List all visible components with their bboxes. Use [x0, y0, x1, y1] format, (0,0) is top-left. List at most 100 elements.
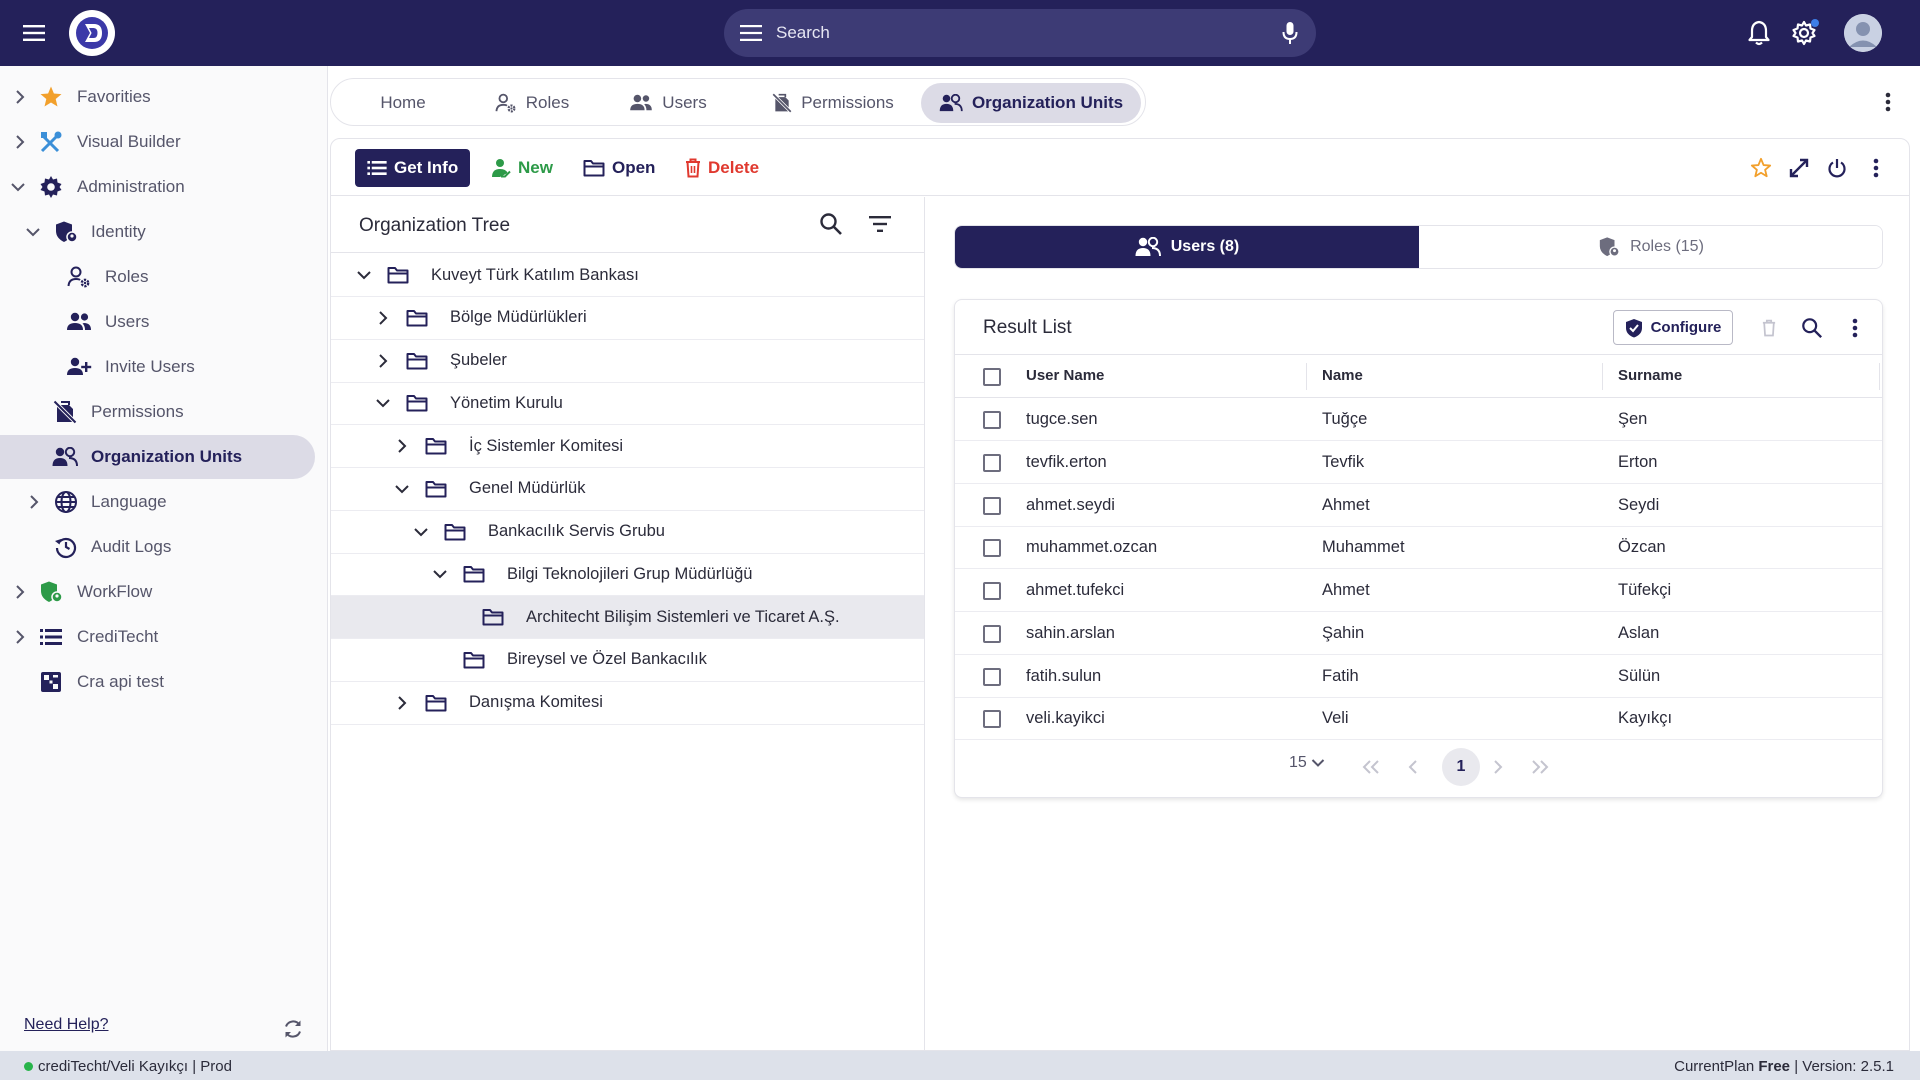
tab-organization-units[interactable]: Organization Units	[921, 83, 1141, 123]
delete-button[interactable]: Delete	[685, 149, 759, 187]
sidebar-item-roles[interactable]: Roles	[0, 255, 320, 299]
tree-filter-icon[interactable]	[868, 215, 892, 233]
sidebar-item-invite-users[interactable]: Invite Users	[0, 345, 320, 389]
chevron-right-icon[interactable]	[25, 493, 43, 511]
tree-node[interactable]: İç Sistemler Komitesi	[331, 425, 924, 468]
settings-gear-icon[interactable]	[1787, 16, 1821, 50]
sidebar-item-permissions[interactable]: Permissions	[0, 390, 320, 434]
sidebar-item-audit-logs[interactable]: Audit Logs	[0, 525, 320, 569]
last-page-icon[interactable]	[1524, 751, 1556, 783]
row-checkbox[interactable]	[983, 710, 1001, 729]
toolbar-more-vert-icon[interactable]	[1859, 151, 1893, 185]
chevron-right-icon[interactable]	[392, 693, 412, 713]
tree-node[interactable]: Genel Müdürlük	[331, 468, 924, 511]
hamburger-menu-icon[interactable]	[18, 17, 50, 49]
tree-node[interactable]: Kuveyt Türk Katılım Bankası	[331, 254, 924, 297]
chevron-right-icon[interactable]	[392, 436, 412, 456]
power-icon[interactable]	[1820, 151, 1854, 185]
table-row[interactable]: ahmet.tufekci Ahmet Tüfekçi	[955, 569, 1882, 612]
chevron-right-icon[interactable]	[11, 88, 29, 106]
sidebar-item-workflow[interactable]: WorkFlow	[0, 570, 320, 614]
sidebar-item-users[interactable]: Users	[0, 300, 320, 344]
chevron-down-icon[interactable]	[354, 265, 374, 285]
get-info-button[interactable]: Get Info	[355, 149, 471, 187]
chevron-right-icon[interactable]	[11, 628, 29, 646]
table-row[interactable]: fatih.sulun Fatih Sülün	[955, 655, 1882, 698]
chevron-down-icon[interactable]	[411, 522, 431, 542]
search-input[interactable]	[776, 23, 1282, 43]
chevron-right-icon[interactable]	[11, 133, 29, 151]
tree-node[interactable]: Bölge Müdürlükleri	[331, 297, 924, 340]
tree-node[interactable]: Bilgi Teknolojileri Grup Müdürlüğü	[331, 553, 924, 597]
select-all-checkbox[interactable]	[983, 368, 1001, 386]
row-checkbox[interactable]	[983, 582, 1001, 600]
tree-node[interactable]: Danışma Komitesi	[331, 682, 924, 725]
row-checkbox[interactable]	[983, 624, 1001, 643]
row-checkbox[interactable]	[983, 496, 1001, 515]
column-header-user-name[interactable]: User Name	[1026, 367, 1104, 384]
sidebar-item-identity[interactable]: Identity	[0, 210, 320, 254]
tree-search-icon[interactable]	[819, 212, 843, 236]
tree-node[interactable]: Architecht Bilişim Sistemleri ve Ticaret…	[331, 596, 924, 639]
favorite-star-icon[interactable]	[1744, 151, 1778, 185]
chevron-down-icon[interactable]	[430, 564, 450, 584]
table-row[interactable]: sahin.arslan Şahin Aslan	[955, 612, 1882, 655]
row-checkbox[interactable]	[983, 667, 1001, 686]
page-size-select[interactable]: 15	[1289, 754, 1325, 772]
tab-permissions[interactable]: Permissions	[745, 83, 921, 123]
table-row[interactable]: ahmet.seydi Ahmet Seydi	[955, 484, 1882, 527]
roles-segment-button[interactable]: Roles (15)	[1419, 226, 1882, 268]
chevron-right-icon[interactable]	[11, 583, 29, 601]
tree-node[interactable]: Bireysel ve Özel Bankacılık	[331, 639, 924, 682]
tabs-more-vert-icon[interactable]	[1874, 85, 1902, 119]
chevron-right-icon[interactable]	[373, 308, 393, 328]
column-header-name[interactable]: Name	[1322, 367, 1363, 384]
open-button[interactable]: Open	[583, 149, 655, 187]
app-logo[interactable]	[69, 10, 115, 56]
column-divider[interactable]	[1602, 363, 1603, 390]
users-segment-button[interactable]: Users (8)	[955, 226, 1419, 268]
result-more-vert-icon[interactable]	[1840, 313, 1870, 343]
sidebar-item-cra-api-test[interactable]: Cra api test	[0, 660, 320, 704]
notifications-bell-icon[interactable]	[1742, 16, 1776, 50]
table-row[interactable]: muhammet.ozcan Muhammet Özcan	[955, 526, 1882, 570]
fullscreen-expand-icon[interactable]	[1782, 151, 1816, 185]
next-page-icon[interactable]	[1482, 751, 1514, 783]
first-page-icon[interactable]	[1355, 751, 1387, 783]
chevron-down-icon[interactable]	[373, 393, 393, 413]
need-help-link[interactable]: Need Help?	[24, 1016, 109, 1034]
column-divider[interactable]	[1306, 363, 1307, 390]
tab-home[interactable]: Home	[353, 83, 453, 123]
sidebar-item-language[interactable]: Language	[0, 480, 320, 524]
delete-selected-trash-icon[interactable]	[1754, 313, 1784, 343]
sidebar-item-organization-units[interactable]: Organization Units	[0, 435, 315, 479]
row-checkbox[interactable]	[983, 411, 1001, 429]
chevron-right-icon[interactable]	[373, 351, 393, 371]
tree-node[interactable]: Yönetim Kurulu	[331, 382, 924, 426]
tab-roles[interactable]: Roles	[473, 83, 591, 123]
chevron-down-icon[interactable]	[24, 223, 42, 241]
sidebar-item-creditecht[interactable]: CrediTecht	[0, 615, 320, 659]
table-row[interactable]: tevfik.erton Tevfik Erton	[955, 441, 1882, 484]
chevron-down-icon[interactable]	[392, 479, 412, 499]
sidebar-item-visual-builder[interactable]: Visual Builder	[0, 120, 320, 164]
result-search-icon[interactable]	[1797, 313, 1827, 343]
refresh-icon[interactable]	[282, 1018, 304, 1040]
previous-page-icon[interactable]	[1397, 751, 1429, 783]
table-row[interactable]: tugce.sen Tuğçe Şen	[955, 398, 1882, 441]
user-avatar[interactable]	[1844, 14, 1882, 52]
row-checkbox[interactable]	[983, 539, 1001, 558]
tree-node[interactable]: Bankacılık Servis Grubu	[331, 511, 924, 554]
table-row[interactable]: veli.kayikci Veli Kayıkçı	[955, 697, 1882, 741]
sidebar-item-administration[interactable]: Administration	[0, 165, 320, 209]
column-header-surname[interactable]: Surname	[1618, 367, 1682, 384]
sidebar-item-favorities[interactable]: Favorities	[0, 75, 320, 119]
new-button[interactable]: New	[489, 149, 553, 187]
chevron-down-icon[interactable]	[9, 178, 27, 196]
search-menu-icon[interactable]	[740, 25, 762, 41]
column-divider[interactable]	[1879, 363, 1880, 390]
tab-users[interactable]: Users	[611, 83, 725, 123]
microphone-icon[interactable]	[1282, 21, 1298, 45]
global-search[interactable]	[724, 9, 1316, 57]
configure-button[interactable]: Configure	[1613, 310, 1733, 345]
